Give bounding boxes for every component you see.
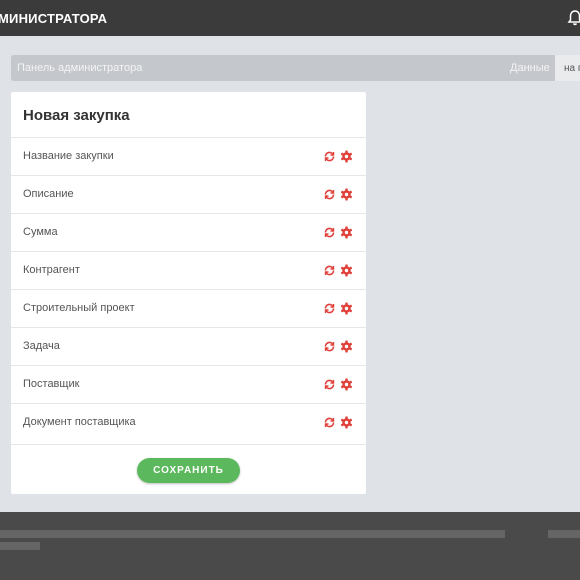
footer — [0, 512, 580, 580]
field-row-purchase-name[interactable]: Название закупки — [11, 137, 366, 175]
gear-icon[interactable] — [340, 302, 353, 315]
app-title: МИНИСТРАТОРА — [0, 11, 108, 26]
refresh-icon[interactable] — [323, 416, 336, 429]
breadcrumb-current-label: на г — [564, 63, 580, 74]
breadcrumb-data[interactable]: Данные — [510, 62, 550, 74]
field-row-construction-project[interactable]: Строительный проект — [11, 289, 366, 327]
field-label: Контрагент — [23, 264, 80, 276]
gear-icon[interactable] — [340, 416, 353, 429]
breadcrumb-admin-panel[interactable]: Панель администратора — [17, 62, 142, 74]
field-label: Строительный проект — [23, 302, 135, 314]
field-label: Документ поставщика — [23, 416, 136, 428]
field-row-supplier-document[interactable]: Документ поставщика — [11, 403, 366, 441]
gear-icon[interactable] — [340, 150, 353, 163]
save-button[interactable]: СОХРАНИТЬ — [137, 458, 240, 483]
gear-icon[interactable] — [340, 340, 353, 353]
gear-icon[interactable] — [340, 188, 353, 201]
bell-icon[interactable] — [566, 9, 580, 27]
field-label: Поставщик — [23, 378, 80, 390]
gear-icon[interactable] — [340, 264, 353, 277]
gear-icon[interactable] — [340, 378, 353, 391]
refresh-icon[interactable] — [323, 264, 336, 277]
field-row-description[interactable]: Описание — [11, 175, 366, 213]
blurred-footer-text — [548, 530, 580, 538]
field-label: Задача — [23, 340, 60, 352]
field-row-counterparty[interactable]: Контрагент — [11, 251, 366, 289]
blurred-footer-text — [0, 542, 40, 550]
refresh-icon[interactable] — [323, 150, 336, 163]
field-row-amount[interactable]: Сумма — [11, 213, 366, 251]
refresh-icon[interactable] — [323, 378, 336, 391]
field-row-task[interactable]: Задача — [11, 327, 366, 365]
blurred-footer-text — [0, 530, 505, 538]
page-title: Новая закупка — [23, 107, 130, 124]
field-label: Название закупки — [23, 150, 114, 162]
refresh-icon[interactable] — [323, 302, 336, 315]
refresh-icon[interactable] — [323, 340, 336, 353]
breadcrumb: Панель администратора Данные на г — [11, 55, 580, 81]
field-label: Описание — [23, 188, 74, 200]
field-list: Название закупки Описание Сумма Контраге… — [11, 137, 366, 441]
breadcrumb-current-tab[interactable]: на г — [555, 55, 580, 81]
refresh-icon[interactable] — [323, 188, 336, 201]
refresh-icon[interactable] — [323, 226, 336, 239]
field-row-supplier[interactable]: Поставщик — [11, 365, 366, 403]
new-purchase-form: Новая закупка Название закупки Описание … — [11, 92, 366, 494]
gear-icon[interactable] — [340, 226, 353, 239]
field-label: Сумма — [23, 226, 58, 238]
top-bar: МИНИСТРАТОРА — [0, 0, 580, 36]
divider — [11, 444, 366, 445]
